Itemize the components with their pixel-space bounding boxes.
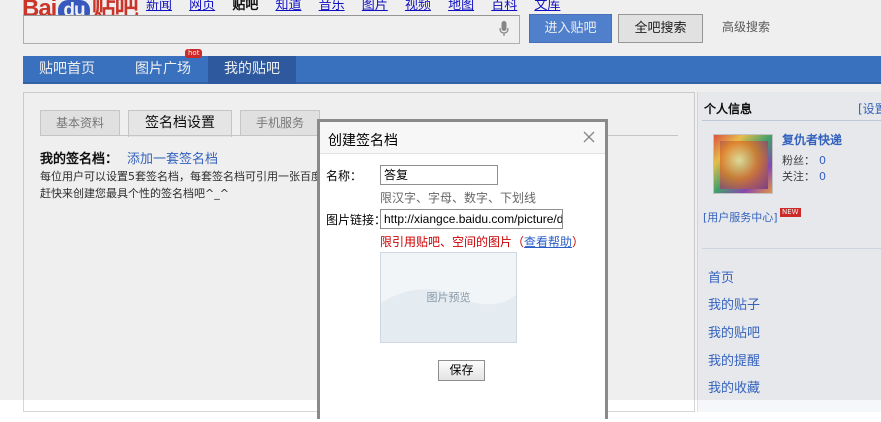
image-link-field[interactable]: http://xiangce.baidu.com/picture/deta <box>380 209 563 229</box>
preview-label: 图片预览 <box>426 291 471 304</box>
warning-suffix: ） <box>572 235 585 249</box>
warning-text: 限引用贴吧、空间的图片（ <box>380 235 525 249</box>
name-label: 名称： <box>326 169 363 183</box>
save-button[interactable]: 保存 <box>438 360 485 381</box>
image-link-label: 图片链接： <box>326 213 387 227</box>
dialog-header: 创建签名档 <box>320 122 605 154</box>
close-icon[interactable] <box>581 129 597 145</box>
name-hint: 限汉字、字母、数字、下划线 <box>380 191 537 205</box>
name-field[interactable]: 答复 <box>380 165 498 185</box>
view-help-link[interactable]: 查看帮助 <box>524 235 572 249</box>
image-source-warning: 限引用贴吧、空间的图片（查看帮助） <box>380 233 584 250</box>
dialog-title: 创建签名档 <box>328 133 398 149</box>
create-signature-dialog: 创建签名档 名称： 答复 限汉字、字母、数字、下划线 图片链接： http://… <box>320 122 605 422</box>
image-preview: 图片预览 <box>380 252 517 343</box>
